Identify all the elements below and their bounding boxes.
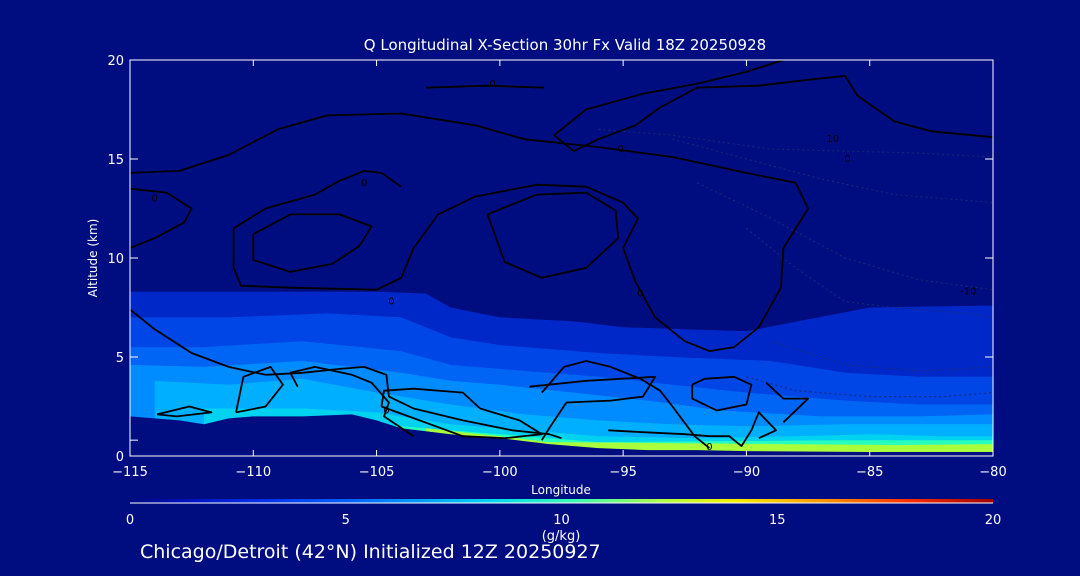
colorbar-tick-label: 20 xyxy=(985,513,1002,528)
cross-section-chart: Q Longitudinal X-Section 30hr Fx Valid 1… xyxy=(86,36,1007,544)
contour-label: 0 xyxy=(489,79,495,90)
contour-label: 0 xyxy=(637,289,643,300)
y-tick-label: 5 xyxy=(116,351,124,366)
x-tick-label: −115 xyxy=(112,465,148,480)
contour-label: 0 xyxy=(844,154,850,165)
footer-caption: Chicago/Detroit (42°N) Initialized 12Z 2… xyxy=(140,541,601,563)
contour-label: -10 xyxy=(960,287,976,298)
contour-line-1 xyxy=(130,187,193,249)
x-tick-label: −105 xyxy=(359,465,395,480)
colorbar: 0 5 10 15 20 (g/kg) xyxy=(126,499,1001,544)
colorbar-ramp xyxy=(130,499,993,503)
contour-label: 0 xyxy=(706,442,712,453)
contour-line-3 xyxy=(486,191,620,279)
y-tick-label: 20 xyxy=(107,54,124,69)
contour-label: 0 xyxy=(361,178,367,189)
colorbar-tick-label: 0 xyxy=(126,513,134,528)
plot-area: 0 0 0 0 0 0 10 0 0 0 -10 xyxy=(130,60,993,456)
x-tick-label: −110 xyxy=(235,465,271,480)
x-tick-label: −80 xyxy=(979,465,1006,480)
contour-label: 0 xyxy=(383,406,389,417)
contour-label: 0 xyxy=(618,144,624,155)
y-tick-label: 15 xyxy=(107,153,124,168)
dashed-contour-1 xyxy=(672,138,993,204)
x-tick-label: −90 xyxy=(733,465,760,480)
contour-label: 10 xyxy=(826,134,839,145)
y-axis-label: Altitude (km) xyxy=(86,219,100,298)
contour-line-2 xyxy=(252,213,373,273)
contour-label: 0 xyxy=(152,194,158,205)
contour-label: 0 xyxy=(388,297,394,308)
colorbar-tick-label: 15 xyxy=(769,513,786,528)
y-tick-label: 10 xyxy=(107,252,124,267)
dashed-contour-2 xyxy=(696,182,993,291)
x-tick-label: −85 xyxy=(856,465,883,480)
colorbar-tick-label: 10 xyxy=(553,513,570,528)
y-tick-label: 0 xyxy=(116,450,124,465)
contour-line-15 xyxy=(425,84,545,89)
chart-title: Q Longitudinal X-Section 30hr Fx Valid 1… xyxy=(364,36,766,54)
x-axis-label: Longitude xyxy=(531,483,591,497)
x-tick-label: −100 xyxy=(482,465,518,480)
contour-line-4 xyxy=(553,60,993,153)
dashed-contour-3 xyxy=(746,227,993,318)
colorbar-tick-label: 5 xyxy=(342,513,350,528)
x-tick-label: −95 xyxy=(609,465,636,480)
dashed-contour-0 xyxy=(598,128,993,158)
